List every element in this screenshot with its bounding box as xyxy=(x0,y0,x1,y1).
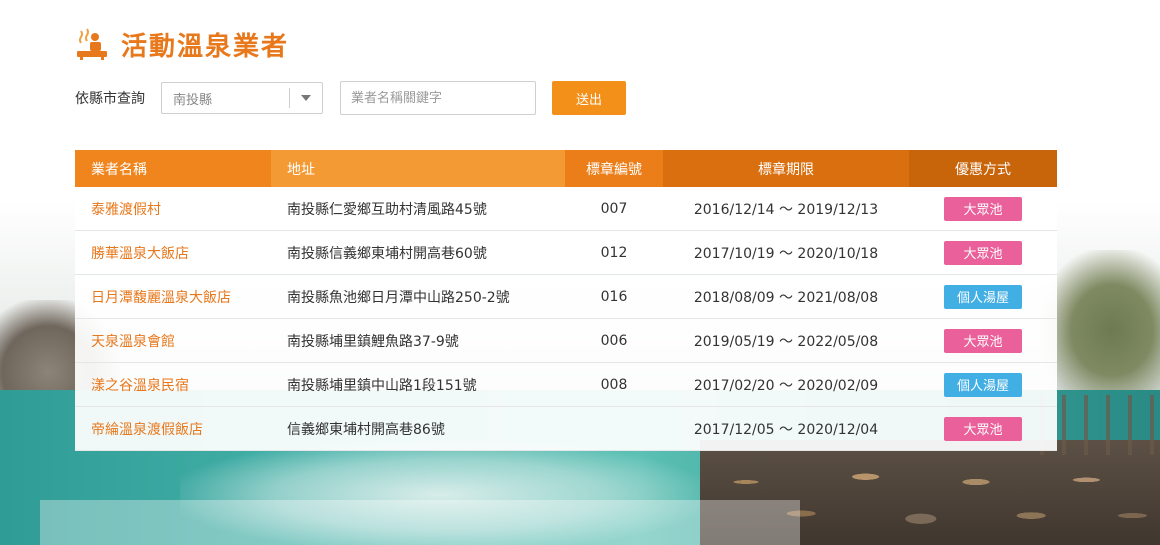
badge-number-cell: 007 xyxy=(600,200,628,217)
offer-type-badge: 大眾池 xyxy=(944,328,1022,353)
offer-type-cell: 大眾池 xyxy=(909,319,1057,362)
badge-period-cell: 2019/05/19 ～ 2022/05/08 xyxy=(693,333,879,350)
table-row: 漾之谷溫泉民宿 南投縣埔里鎮中山路1段151號 008 2017/02/20 ～ 20… xyxy=(75,363,1057,407)
table-header: 業者名稱 地址 標章編號 標章期限 優惠方式 xyxy=(75,150,1057,187)
trees xyxy=(1040,250,1160,410)
page-header: 活動溫泉業者 xyxy=(75,22,289,66)
badge-period-cell: 2018/08/09 ～ 2021/08/08 xyxy=(693,289,879,306)
table-row: 天泉溫泉會館 南投縣埔里鎮鯉魚路37-9號 006 2019/05/19 ～ 2022… xyxy=(75,319,1057,363)
offer-type-cell: 大眾池 xyxy=(909,187,1057,230)
table-row: 日月潭馥麗溫泉大飯店 南投縣魚池鄉日月潭中山路250-2號 016 2018/08/0… xyxy=(75,275,1057,319)
chevron-down-icon[interactable] xyxy=(290,95,322,101)
address-cell: 信義鄉東埔村開高巷86號 xyxy=(287,421,445,438)
badge-number-cell xyxy=(565,407,663,450)
operator-name-link[interactable]: 帝綸溫泉渡假飯店 xyxy=(75,407,271,450)
header-address: 地址 xyxy=(271,150,565,187)
offer-type-cell: 個人湯屋 xyxy=(909,275,1057,318)
offer-type-cell: 個人湯屋 xyxy=(909,363,1057,406)
badge-period-cell: 2016/12/14 ～ 2019/12/13 xyxy=(693,201,879,218)
header-offer-type: 優惠方式 xyxy=(909,150,1057,187)
badge-number-cell: 006 xyxy=(600,332,628,349)
operator-name-link[interactable]: 勝華溫泉大飯店 xyxy=(75,231,271,274)
table-row: 勝華溫泉大飯店 南投縣信義鄉東埔村開高巷60號 012 2017/10/19 ～ 20… xyxy=(75,231,1057,275)
header-number: 標章編號 xyxy=(565,150,663,187)
footer-panel xyxy=(40,500,800,545)
county-select[interactable]: 南投縣 xyxy=(161,82,323,114)
operator-name-link[interactable]: 天泉溫泉會館 xyxy=(75,319,271,362)
header-period: 標章期限 xyxy=(663,150,909,187)
operators-table: 業者名稱 地址 標章編號 標章期限 優惠方式 泰雅渡假村 南投縣仁愛鄉互助村清風路… xyxy=(75,150,1057,451)
badge-period-cell: 2017/02/20 ～ 2020/02/09 xyxy=(693,377,879,394)
address-cell: 南投縣埔里鎮中山路1段151號 xyxy=(287,377,477,394)
header-name: 業者名稱 xyxy=(75,150,271,187)
table-row: 帝綸溫泉渡假飯店 信義鄉東埔村開高巷86號 2017/12/05 ～ 2020/12… xyxy=(75,407,1057,451)
offer-type-cell: 大眾池 xyxy=(909,231,1057,274)
submit-button[interactable]: 送出 xyxy=(552,81,626,115)
offer-type-badge: 個人湯屋 xyxy=(944,372,1022,397)
filter-bar: 依縣市查詢 南投縣 送出 xyxy=(75,81,626,115)
offer-type-cell: 大眾池 xyxy=(909,407,1057,450)
badge-number-cell: 012 xyxy=(600,244,628,261)
hot-spring-person-icon xyxy=(75,27,109,61)
offer-type-badge: 大眾池 xyxy=(944,416,1022,441)
page-title: 活動溫泉業者 xyxy=(121,31,290,62)
offer-type-badge: 大眾池 xyxy=(944,196,1022,221)
table-row: 泰雅渡假村 南投縣仁愛鄉互助村清風路45號 007 2016/12/14 ～ 2019… xyxy=(75,187,1057,231)
address-cell: 南投縣仁愛鄉互助村清風路45號 xyxy=(287,201,487,218)
keyword-search-input[interactable] xyxy=(340,81,536,115)
railing xyxy=(1040,395,1160,455)
offer-type-badge: 大眾池 xyxy=(944,240,1022,265)
table-body: 泰雅渡假村 南投縣仁愛鄉互助村清風路45號 007 2016/12/14 ～ 2019… xyxy=(75,187,1057,451)
badge-period-cell: 2017/12/05 ～ 2020/12/04 xyxy=(693,421,879,438)
address-cell: 南投縣埔里鎮鯉魚路37-9號 xyxy=(287,333,459,350)
operator-name-link[interactable]: 日月潭馥麗溫泉大飯店 xyxy=(75,275,271,318)
badge-period-cell: 2017/10/19 ～ 2020/10/18 xyxy=(693,245,879,262)
operator-name-link[interactable]: 漾之谷溫泉民宿 xyxy=(75,363,271,406)
county-filter-label: 依縣市查詢 xyxy=(75,91,145,107)
offer-type-badge: 個人湯屋 xyxy=(944,284,1022,309)
county-select-value: 南投縣 xyxy=(173,92,213,108)
operator-name-link[interactable]: 泰雅渡假村 xyxy=(75,187,271,230)
address-cell: 南投縣魚池鄉日月潭中山路250-2號 xyxy=(287,289,510,306)
badge-number-cell: 016 xyxy=(600,288,628,305)
address-cell: 南投縣信義鄉東埔村開高巷60號 xyxy=(287,245,487,262)
badge-number-cell: 008 xyxy=(600,376,628,393)
